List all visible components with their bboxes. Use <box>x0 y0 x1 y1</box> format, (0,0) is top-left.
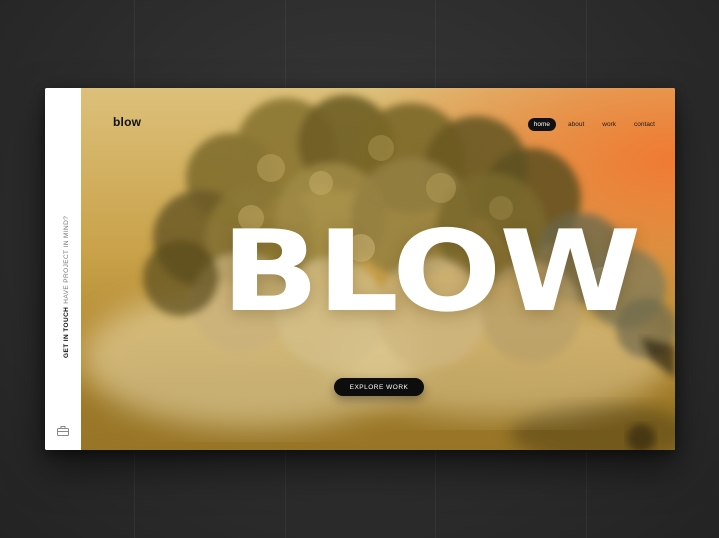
nav-item-about[interactable]: about <box>562 118 590 131</box>
have-project-label: HAVE PROJECT IN MIND? <box>63 215 70 304</box>
nav-item-contact[interactable]: contact <box>628 118 661 131</box>
nav-item-home[interactable]: home <box>527 118 557 131</box>
explore-work-button[interactable]: EXPLORE WORK <box>334 378 424 396</box>
contact-cta-vertical[interactable]: GET IN TOUCH HAVE PROJECT IN MIND? <box>63 216 70 358</box>
get-in-touch-label[interactable]: GET IN TOUCH <box>63 307 70 358</box>
main-navigation: home about work contact <box>527 118 661 131</box>
nav-item-work[interactable]: work <box>596 118 622 131</box>
website-mockup: GET IN TOUCH HAVE PROJECT IN MIND? BLOW b… <box>45 88 675 450</box>
brand-logo[interactable]: blow <box>113 115 141 129</box>
briefcase-icon[interactable] <box>57 426 69 436</box>
hero-section: BLOW blow home about work contact EXPLOR… <box>81 88 675 450</box>
hero-headline: BLOW <box>221 207 641 337</box>
left-sidebar: GET IN TOUCH HAVE PROJECT IN MIND? <box>45 88 81 450</box>
